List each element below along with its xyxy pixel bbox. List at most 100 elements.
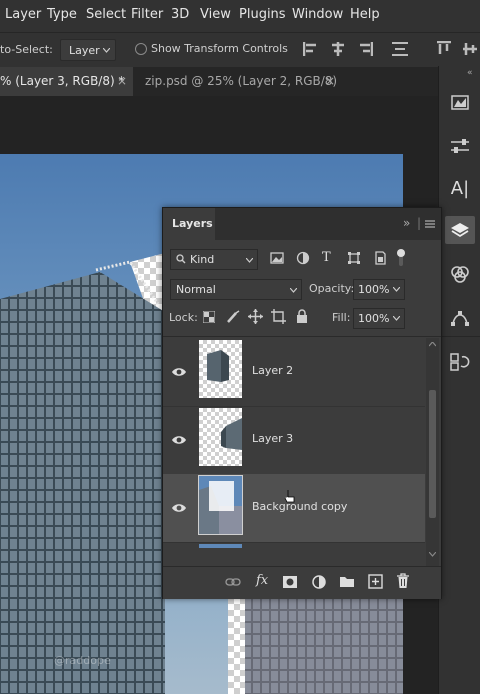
new-layer-icon[interactable] (368, 574, 383, 589)
lock-label: Lock: (169, 311, 198, 324)
panel-divider: | (417, 216, 422, 230)
scroll-thumb[interactable] (429, 390, 436, 518)
right-dock: « A| (438, 66, 480, 694)
blend-mode-dropdown[interactable]: Normal (170, 279, 302, 300)
filter-type-icon[interactable]: T (322, 250, 331, 265)
watermark-text: @raddope (54, 654, 111, 667)
collapse-dock-icon[interactable]: « (467, 68, 473, 78)
history-icon[interactable] (445, 348, 475, 376)
layers-panel-footer: fx (163, 566, 441, 599)
filter-kind-dropdown[interactable]: Kind (170, 249, 258, 270)
menu-select[interactable]: Select (86, 7, 126, 22)
menu-type[interactable]: Type (47, 7, 77, 22)
options-bar: to-Select: Layer Show Transform Controls (0, 32, 480, 67)
folder-icon[interactable] (339, 575, 355, 588)
scroll-down-icon[interactable] (429, 552, 436, 557)
opacity-label: Opacity: (309, 282, 355, 295)
layer-thumbnail (198, 475, 243, 535)
align-center-icon[interactable] (330, 41, 346, 57)
panel-collapse-icon[interactable]: » (403, 216, 410, 230)
menu-plugins[interactable]: Plugins (239, 7, 286, 22)
filter-smart-object-icon[interactable] (373, 251, 387, 265)
auto-select-label: to-Select: (0, 43, 53, 56)
tab-zip-psd-label: zip.psd @ 25% (Layer 2, RGB/8) (145, 74, 338, 88)
layers-icon[interactable] (445, 216, 475, 244)
channels-icon[interactable] (445, 260, 475, 288)
layer-name[interactable]: Background copy (252, 500, 347, 513)
lock-image-brush-icon[interactable] (226, 310, 240, 324)
layers-panel: Layers » | Kind T Normal Opacity: 100% L… (162, 207, 442, 599)
search-icon (176, 254, 186, 264)
opacity-value: 100% (358, 283, 390, 296)
layer-thumbnail (199, 544, 242, 548)
menu-3d[interactable]: 3D (171, 7, 189, 22)
lock-position-icon[interactable] (248, 309, 263, 324)
adjustments-icon[interactable] (445, 132, 475, 160)
transform-controls-checkbox[interactable] (135, 43, 147, 55)
lock-transparent-icon[interactable] (203, 311, 215, 323)
align-left-icon[interactable] (303, 41, 319, 57)
fill-value: 100% (358, 312, 390, 325)
chevron-down-icon (103, 48, 110, 53)
layer-name[interactable]: Layer 3 (252, 432, 293, 445)
layer-thumbnail (199, 408, 242, 466)
layer-row[interactable]: Layer 3 (163, 406, 425, 475)
visibility-eye-icon[interactable] (171, 366, 187, 378)
filter-shape-icon[interactable] (347, 251, 361, 265)
tab-zip-psd[interactable]: zip.psd @ 25% (Layer 2, RGB/8) × (133, 67, 343, 96)
chevron-down-icon (290, 288, 297, 293)
layers-panel-header: Layers » | (163, 208, 441, 240)
layer-row[interactable]: Layer 2 (163, 338, 425, 407)
cursor-hand-icon (284, 490, 295, 503)
layers-panel-title: Layers (172, 217, 213, 230)
panel-menu-icon[interactable] (425, 220, 435, 228)
filter-toggle-icon[interactable] (395, 248, 407, 268)
menu-window[interactable]: Window (292, 7, 343, 22)
blend-mode-value: Normal (176, 283, 216, 296)
layer-list[interactable]: Layer 2 Layer 3 Background copy (163, 338, 425, 548)
lock-artboard-icon[interactable] (271, 309, 286, 324)
character-icon[interactable]: A| (445, 174, 475, 202)
tab-layer3-label: % (Layer 3, RGB/8) * (0, 74, 125, 88)
tab-close-icon[interactable]: × (325, 67, 335, 96)
distribute-icon[interactable] (391, 41, 409, 57)
adjustment-icon[interactable] (311, 574, 327, 590)
fx-icon[interactable]: fx (256, 573, 268, 588)
opacity-chevron-icon[interactable] (393, 287, 400, 292)
visibility-eye-icon[interactable] (171, 502, 187, 514)
menu-help[interactable]: Help (350, 7, 380, 22)
filter-kind-value: Kind (190, 253, 215, 266)
align-right-icon[interactable] (357, 41, 373, 57)
auto-select-value: Layer (69, 44, 100, 57)
menu-layer[interactable]: Layer (5, 7, 41, 22)
document-tab-bar: % (Layer 3, RGB/8) * × zip.psd @ 25% (La… (0, 67, 438, 96)
layer-list-scrollbar[interactable] (426, 338, 439, 566)
tab-close-icon[interactable]: × (117, 67, 127, 96)
align-middle-icon[interactable] (462, 41, 478, 57)
link-icon[interactable] (225, 577, 241, 587)
filter-pixel-icon[interactable] (270, 252, 284, 264)
fill-chevron-icon[interactable] (393, 316, 400, 321)
mask-icon[interactable] (282, 575, 298, 589)
fill-label: Fill: (332, 311, 351, 324)
trash-icon[interactable] (396, 573, 410, 589)
layer-name[interactable]: Layer 2 (252, 364, 293, 377)
layer-row-selected[interactable]: Background copy (163, 474, 425, 543)
menu-view[interactable]: View (200, 7, 231, 22)
scroll-up-icon[interactable] (429, 342, 436, 347)
auto-select-dropdown[interactable]: Layer (60, 39, 116, 61)
menu-bar: Layer Type Select Filter 3D View Plugins… (0, 0, 480, 32)
histogram-icon[interactable] (445, 88, 475, 116)
menu-filter[interactable]: Filter (131, 7, 163, 22)
transform-controls-label: Show Transform Controls (151, 42, 288, 55)
filter-adjustment-icon[interactable] (296, 251, 310, 265)
visibility-eye-icon[interactable] (171, 434, 187, 446)
align-top-icon[interactable] (436, 41, 452, 57)
layer-row[interactable] (163, 542, 425, 548)
dock-divider (439, 336, 480, 337)
tab-layer3[interactable]: % (Layer 3, RGB/8) * × (0, 67, 133, 96)
lock-all-icon[interactable] (296, 309, 308, 323)
paths-icon[interactable] (445, 304, 475, 332)
layer-thumbnail (199, 340, 242, 398)
chevron-down-icon (246, 258, 253, 263)
